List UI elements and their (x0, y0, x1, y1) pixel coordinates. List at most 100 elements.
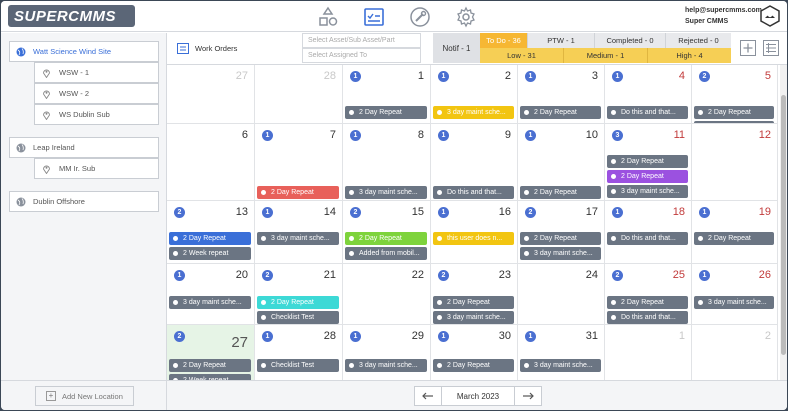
calendar-event[interactable]: 3 day maint sche... (520, 247, 601, 260)
calendar-day-cell[interactable]: 2 (692, 325, 778, 380)
calendar-day-cell[interactable]: 1 (605, 325, 692, 380)
event-count-badge[interactable]: 1 (438, 71, 449, 82)
calendar-event[interactable]: 2 Day Repeat (694, 232, 774, 245)
calendar-day-cell[interactable]: 7 1 2 Day Repeat (255, 124, 343, 201)
event-count-badge[interactable]: 1 (525, 71, 536, 82)
calendar-event[interactable]: Added from mobil... (345, 247, 427, 260)
calendar-event[interactable]: 3 day maint sche... (433, 311, 514, 324)
event-count-badge[interactable]: 1 (612, 207, 623, 218)
event-count-badge[interactable]: 1 (262, 207, 273, 218)
notif-filter[interactable]: Notif - 1 (433, 33, 480, 63)
calendar-event[interactable]: 2 Day Repeat (169, 232, 251, 245)
event-count-badge[interactable]: 1 (174, 270, 185, 281)
event-count-badge[interactable]: 3 (612, 130, 623, 141)
calendar-day-cell[interactable]: 28 (255, 65, 343, 124)
calendar-event[interactable]: 3 day maint sche... (520, 359, 601, 372)
settings-icon[interactable] (455, 6, 477, 28)
calendar-event[interactable]: 3 day maint sche... (694, 296, 774, 309)
event-count-badge[interactable]: 2 (174, 207, 185, 218)
calendar-event[interactable]: 3 day maint sche... (607, 185, 688, 198)
event-count-badge[interactable]: 1 (350, 71, 361, 82)
calendar-day-cell[interactable]: 2722 Day Repeat2 Week repeat (167, 325, 255, 380)
event-count-badge[interactable]: 2 (262, 270, 273, 281)
calendar-event[interactable]: 2 Day Repeat (607, 296, 688, 309)
calendar-day-cell[interactable]: 10 1 2 Day Repeat (518, 124, 605, 201)
asset-select[interactable]: Select Asset/Sub Asset/Part (302, 33, 421, 48)
calendar-event[interactable]: 2 Week repeat (169, 247, 251, 260)
add-location-button[interactable]: + Add New Location (35, 386, 134, 406)
event-count-badge[interactable]: 1 (699, 207, 710, 218)
sublocation-mm-ir-sub[interactable]: MM Ir. Sub (34, 158, 159, 179)
sublocation-ws-dublin-sub[interactable]: WS Dublin Sub (34, 104, 159, 125)
calendar-event[interactable]: 2 Day Repeat (433, 359, 514, 372)
calendar-day-cell[interactable]: 23 2 2 Day Repeat 3 day maint sche... (431, 264, 518, 325)
calendar-event[interactable]: 3 day maint sche... (257, 232, 339, 245)
calendar-event[interactable]: 2 Day Repeat (257, 186, 339, 199)
calendar-day-cell[interactable]: 8 1 3 day maint sche... (343, 124, 431, 201)
event-count-badge[interactable]: 2 (699, 71, 710, 82)
calendar-day-cell[interactable]: 12 (692, 124, 778, 201)
event-count-badge[interactable]: 1 (525, 130, 536, 141)
completed-filter[interactable]: Completed - 0 (594, 33, 665, 48)
calendar-day-cell[interactable]: 16 1 this user does n... (431, 201, 518, 264)
calendar-day-cell[interactable]: 21 2 2 Day Repeat Checklist Test (255, 264, 343, 325)
calendar-event[interactable]: 2 Day Repeat (169, 359, 251, 372)
tools-icon[interactable] (409, 6, 431, 28)
rejected-filter[interactable]: Rejected - 0 (665, 33, 731, 48)
priority-low-filter[interactable]: Low - 31 (480, 48, 563, 63)
calendar-event[interactable]: 2 Day Repeat (257, 296, 339, 309)
sublocation-wsw-2[interactable]: WSW - 2 (34, 83, 159, 104)
calendar-event[interactable]: 2 Day Repeat (345, 106, 427, 119)
calendar-event[interactable]: Do this and that... (433, 186, 514, 199)
calendar-event[interactable]: 2 Day Repeat (694, 106, 774, 119)
todo-filter[interactable]: To Do - 36 (480, 33, 527, 48)
calendar-day-cell[interactable]: 522 Day Repeat3 day maint sche... (692, 65, 778, 124)
event-count-badge[interactable]: 1 (699, 270, 710, 281)
event-count-badge[interactable]: 2 (174, 331, 185, 342)
calendar-day-cell[interactable]: 30 1 2 Day Repeat (431, 325, 518, 380)
priority-high-filter[interactable]: High - 4 (647, 48, 731, 63)
calendar-day-cell[interactable]: 20 1 3 day maint sche... (167, 264, 255, 325)
work-orders-icon[interactable] (363, 6, 385, 28)
calendar-event[interactable]: 3 day maint sche... (169, 296, 251, 309)
prev-month-button[interactable] (414, 386, 442, 406)
calendar-event[interactable]: 2 Day Repeat (520, 186, 601, 199)
calendar-day-cell[interactable]: 2 1 3 day maint sche... (431, 65, 518, 124)
add-work-order-icon[interactable] (740, 40, 756, 56)
event-count-badge[interactable]: 2 (438, 270, 449, 281)
event-count-badge[interactable]: 2 (525, 207, 536, 218)
calendar-day-cell[interactable]: 27 (167, 65, 255, 124)
shapes-icon[interactable] (317, 6, 339, 28)
calendar-event[interactable]: 2 Day Repeat (433, 296, 514, 309)
calendar-day-cell[interactable]: 29 1 3 day maint sche... (343, 325, 431, 380)
event-count-badge[interactable]: 1 (438, 207, 449, 218)
calendar-day-cell[interactable]: 3 1 2 Day Repeat (518, 65, 605, 124)
calendar-day-cell[interactable]: 22 (343, 264, 431, 325)
location-leap-ireland[interactable]: Leap Ireland (9, 137, 159, 158)
calendar-day-cell[interactable]: 26 1 3 day maint sche... (692, 264, 778, 325)
assigned-select[interactable]: Select Assigned To (302, 48, 421, 63)
event-count-badge[interactable]: 1 (350, 331, 361, 342)
ptw-filter[interactable]: PTW - 1 (527, 33, 594, 48)
calendar-day-cell[interactable]: 4 1 Do this and that... (605, 65, 692, 124)
event-count-badge[interactable]: 1 (612, 71, 623, 82)
calendar-day-cell[interactable]: 25 2 2 Day Repeat Do this and that... (605, 264, 692, 325)
calendar-day-cell[interactable]: 9 1 Do this and that... (431, 124, 518, 201)
calendar-event[interactable]: Checklist Test (257, 311, 339, 324)
event-count-badge[interactable]: 1 (350, 130, 361, 141)
calendar-day-cell[interactable]: 28 1 Checklist Test (255, 325, 343, 380)
next-month-button[interactable] (514, 386, 542, 406)
calendar-event[interactable]: 2 Day Repeat (345, 232, 427, 245)
calendar-event[interactable]: 3 day maint sche... (345, 359, 427, 372)
calendar-day-cell[interactable]: 31 1 3 day maint sche... (518, 325, 605, 380)
calendar-day-cell[interactable]: 19 1 2 Day Repeat (692, 201, 778, 264)
priority-medium-filter[interactable]: Medium - 1 (563, 48, 647, 63)
calendar-day-cell[interactable]: 1 1 2 Day Repeat (343, 65, 431, 124)
location-watt-science-wind-site[interactable]: Watt Science Wind Site (9, 41, 159, 62)
logo[interactable]: SUPERCMMS (8, 5, 135, 27)
calendar-event[interactable]: Do this and that... (607, 106, 688, 119)
event-count-badge[interactable]: 1 (262, 331, 273, 342)
calendar-day-cell[interactable]: 18 1 Do this and that... (605, 201, 692, 264)
calendar-event[interactable]: Do this and that... (607, 311, 688, 324)
event-count-badge[interactable]: 1 (438, 331, 449, 342)
